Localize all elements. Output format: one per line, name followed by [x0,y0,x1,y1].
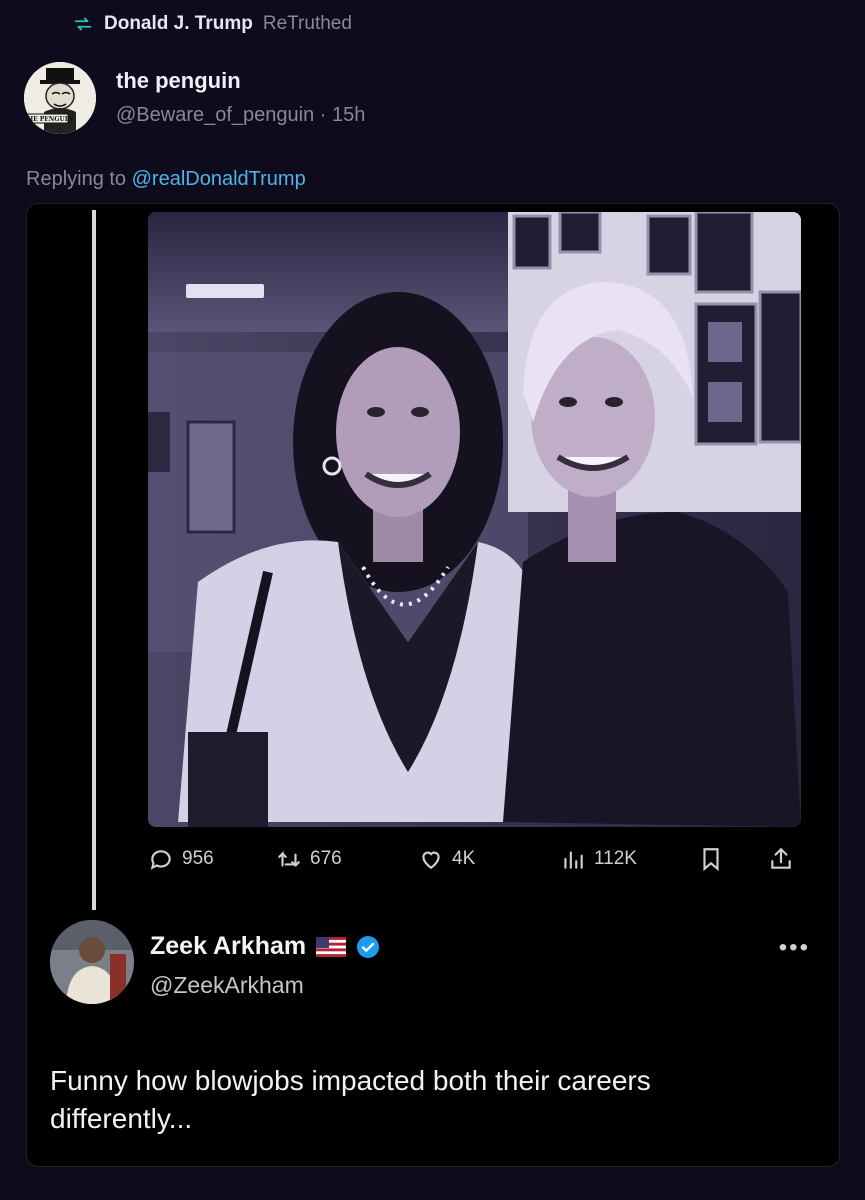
post-photo[interactable] [148,212,801,827]
reply-action[interactable]: 956 [148,846,214,872]
penguin-avatar-image: THE PENGUIN [24,62,96,134]
quoted-avatar[interactable] [50,920,134,1004]
like-action[interactable]: 4K [418,846,475,872]
avatar[interactable]: THE PENGUIN [24,62,96,134]
quoted-name-row: Zeek Arkham [150,932,380,961]
heart-icon [422,851,440,869]
replying-to: Replying to @realDonaldTrump [26,168,306,191]
retruth-label: ReTruthed [262,13,352,34]
views-count: 112K [594,848,637,869]
quoted-text: Funny how blowjobs impacted both their c… [50,1065,651,1134]
separator-dot: · [319,104,333,126]
retruth-header: Donald J. Trump ReTruthed [72,10,352,38]
share-action[interactable] [768,846,794,872]
retruth-icon [74,17,92,31]
post-author: THE PENGUIN the penguin @Beware_of_pengu… [24,62,365,134]
quoted-avatar-image [50,920,134,1004]
retruth-user-name[interactable]: Donald J. Trump [104,13,253,35]
reply-count: 956 [182,848,214,869]
repost-action[interactable]: 676 [276,846,342,872]
like-count: 4K [452,848,476,869]
comment-icon [150,850,171,870]
quoted-name[interactable]: Zeek Arkham [150,932,306,961]
repost-icon [278,850,300,867]
verified-badge-icon [357,935,380,958]
bookmark-icon [703,848,719,872]
svg-text:THE PENGUIN: THE PENGUIN [24,116,74,123]
post-time: 15h [332,104,366,126]
replying-to-label: Replying to [26,168,127,190]
reply-mention-link[interactable]: @realDonaldTrump [132,168,306,190]
quoted-handle[interactable]: @ZeekArkham [150,972,304,999]
share-icon [771,847,791,869]
views-action[interactable]: 112K [560,846,637,872]
photo-image [148,212,801,827]
repost-count: 676 [310,848,342,869]
us-flag-icon [316,936,347,957]
bookmark-action[interactable] [698,846,724,872]
author-handle[interactable]: @Beware_of_penguin [116,104,314,126]
embedded-action-bar: 956 676 4K 112K [148,842,808,876]
thread-line [92,210,96,910]
author-handle-line: @Beware_of_penguin · 15h [116,104,365,127]
author-name[interactable]: the penguin [116,68,365,94]
more-options-icon[interactable]: ••• [779,934,810,962]
views-icon [564,851,583,869]
